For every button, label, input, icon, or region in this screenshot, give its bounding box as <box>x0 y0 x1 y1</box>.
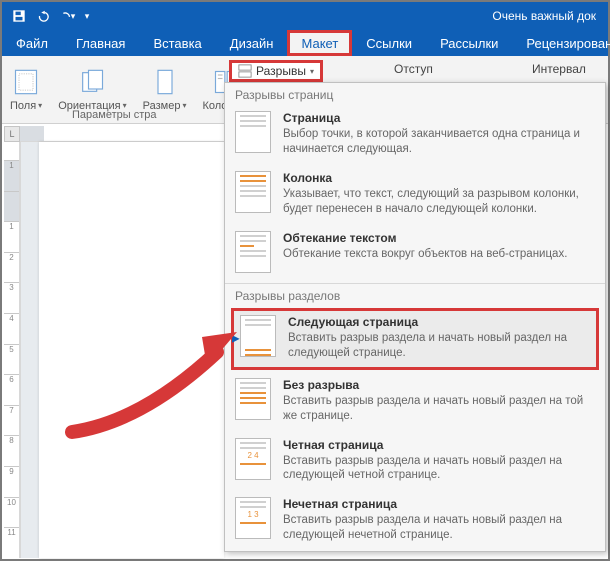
menu-item-odd-page[interactable]: 1 3 Нечетная страница Вставить разрыв ра… <box>225 491 605 551</box>
tab-design[interactable]: Дизайн <box>216 30 288 56</box>
caret-icon: ▾ <box>310 67 314 76</box>
page-background <box>20 142 224 558</box>
ruler-corner: L <box>4 126 20 142</box>
ruler-mark: 11 <box>4 527 19 558</box>
odd-page-icon: 1 3 <box>235 497 271 539</box>
menu-item-desc: Обтекание текста вокруг объектов на веб-… <box>283 247 595 262</box>
tab-layout[interactable]: Макет <box>287 30 352 56</box>
continuous-icon <box>235 378 271 420</box>
even-page-icon: 2 4 <box>235 438 271 480</box>
ruler-mark: 2 <box>4 252 19 283</box>
ruler-mark: 6 <box>4 374 19 405</box>
quick-access-toolbar: ▾ ▾ Очень важный док <box>2 2 608 30</box>
text-wrap-icon <box>235 231 271 273</box>
menu-item-title: Следующая страница <box>288 315 590 329</box>
menu-item-page-break[interactable]: Страница Выбор точки, в которой заканчив… <box>225 105 605 165</box>
breaks-button[interactable]: Разрывы ▾ <box>229 60 323 82</box>
redo-icon[interactable]: ▾ <box>56 5 78 27</box>
menu-item-desc: Вставить разрыв раздела и начать новый р… <box>288 331 590 361</box>
page-break-icon <box>235 111 271 153</box>
spacing-group-label: Интервал <box>532 62 586 76</box>
breaks-icon <box>238 64 252 78</box>
margins-label: Поля <box>10 100 36 112</box>
section-header-section-breaks: Разрывы разделов <box>225 284 605 306</box>
menu-item-next-page[interactable]: ▶ Следующая страница Вставить разрыв раз… <box>231 308 599 370</box>
tab-references[interactable]: Ссылки <box>352 30 426 56</box>
menu-item-title: Без разрыва <box>283 378 595 392</box>
tab-review[interactable]: Рецензирование <box>512 30 610 56</box>
ruler-mark: 10 <box>4 497 19 528</box>
ruler-mark: 3 <box>4 282 19 313</box>
ruler-mark: 9 <box>4 466 19 497</box>
breaks-label: Разрывы <box>256 64 306 78</box>
menu-item-title: Обтекание текстом <box>283 231 595 245</box>
ruler-mark: 8 <box>4 435 19 466</box>
menu-item-desc: Вставить разрыв раздела и начать новый р… <box>283 513 595 543</box>
menu-item-title: Страница <box>283 111 595 125</box>
ruler-mark: 7 <box>4 405 19 436</box>
qat-customize-icon[interactable]: ▾ <box>80 5 94 27</box>
menu-item-desc: Указывает, что текст, следующий за разры… <box>283 187 595 217</box>
menu-item-desc: Вставить разрыв раздела и начать новый р… <box>283 454 595 484</box>
ruler-mark: 5 <box>4 344 19 375</box>
menu-item-column-break[interactable]: Колонка Указывает, что текст, следующий … <box>225 165 605 225</box>
tab-insert[interactable]: Вставка <box>139 30 215 56</box>
menu-item-even-page[interactable]: 2 4 Четная страница Вставить разрыв разд… <box>225 432 605 492</box>
margins-icon <box>12 68 40 96</box>
selection-indicator-icon: ▶ <box>232 333 240 344</box>
next-page-icon <box>240 315 276 357</box>
column-break-icon <box>235 171 271 213</box>
ruler-mark <box>4 191 19 222</box>
size-icon <box>151 68 179 96</box>
menu-item-title: Колонка <box>283 171 595 185</box>
menu-item-title: Нечетная страница <box>283 497 595 511</box>
ruler-mark: 1 <box>4 160 19 191</box>
menu-item-text-wrapping[interactable]: Обтекание текстом Обтекание текста вокру… <box>225 225 605 281</box>
ribbon-tabs: Файл Главная Вставка Дизайн Макет Ссылки… <box>2 30 608 56</box>
orientation-icon <box>78 68 106 96</box>
caret-icon: ▾ <box>182 101 186 110</box>
undo-icon[interactable] <box>32 5 54 27</box>
horizontal-ruler[interactable] <box>20 126 224 142</box>
document-title: Очень важный док <box>96 9 602 23</box>
save-icon[interactable] <box>8 5 30 27</box>
menu-item-continuous[interactable]: Без разрыва Вставить разрыв раздела и на… <box>225 372 605 432</box>
ruler-mark: 1 <box>4 221 19 252</box>
ruler-mark: 4 <box>4 313 19 344</box>
tab-mailings[interactable]: Рассылки <box>426 30 512 56</box>
tab-home[interactable]: Главная <box>62 30 139 56</box>
caret-icon: ▾ <box>38 101 42 110</box>
tab-file[interactable]: Файл <box>2 30 62 56</box>
vertical-ruler[interactable]: 1 1 2 3 4 5 6 7 8 9 10 11 <box>4 142 20 558</box>
indent-group-label: Отступ <box>394 62 433 76</box>
margins-button[interactable]: Поля▾ <box>2 56 50 123</box>
menu-item-desc: Выбор точки, в которой заканчивается одн… <box>283 127 595 157</box>
document-area: 1 1 2 3 4 5 6 7 8 9 10 11 <box>4 142 224 558</box>
menu-item-desc: Вставить разрыв раздела и начать новый р… <box>283 394 595 424</box>
breaks-dropdown: Разрывы страниц Страница Выбор точки, в … <box>224 82 606 552</box>
menu-item-title: Четная страница <box>283 438 595 452</box>
page-setup-group-label: Параметры стра <box>72 109 156 121</box>
section-header-page-breaks: Разрывы страниц <box>225 83 605 105</box>
document-page[interactable] <box>39 142 224 558</box>
